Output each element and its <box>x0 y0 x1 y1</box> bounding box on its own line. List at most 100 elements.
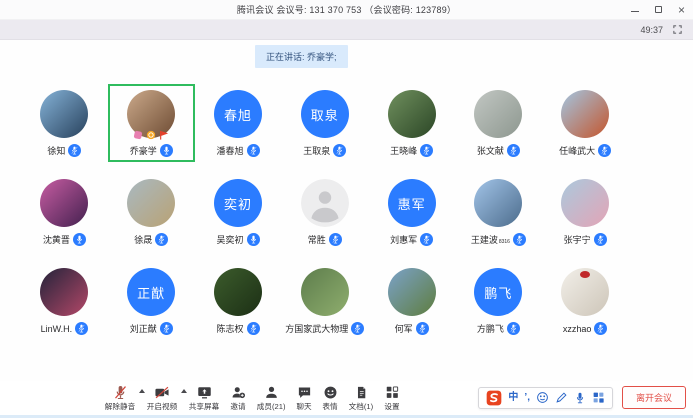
mic-muted-status-icon <box>68 144 81 157</box>
mic-muted-status-icon <box>594 322 607 335</box>
participant-name: 沈黄晋 <box>43 233 70 246</box>
participant-name: 刘惠军 <box>390 233 417 246</box>
participant-tile[interactable]: 惠军刘惠军 <box>368 173 455 251</box>
fullscreen-icon <box>672 24 683 35</box>
mic-muted-status-icon <box>329 233 342 246</box>
chinese-mode-icon[interactable]: 中 <box>508 393 518 403</box>
mic-muted-status-icon <box>155 233 168 246</box>
toolbar-button-emoji[interactable]: 表情 <box>317 383 343 414</box>
punctuation-icon[interactable]: ’, <box>524 393 530 403</box>
emoji-icon <box>323 385 338 400</box>
camera-off-icon <box>154 385 170 400</box>
toolbar-button-settings[interactable]: 设置 <box>379 383 405 414</box>
toolbar-button-invite[interactable]: 邀请 <box>225 383 251 414</box>
default-avatar <box>301 179 349 227</box>
mic-muted-status-icon <box>247 144 260 157</box>
mic-muted-status-icon <box>507 322 520 335</box>
maximize-button[interactable] <box>655 6 662 13</box>
initials-avatar: 奕初 <box>214 179 262 227</box>
minimize-button[interactable] <box>631 7 639 12</box>
participant-tile[interactable]: 春旭潘春旭 <box>195 84 282 162</box>
toolbar-button-label: 表情 <box>323 401 338 411</box>
window-controls: × <box>631 0 685 19</box>
participant-tile[interactable]: 鹏飞方鹏飞 <box>455 262 542 340</box>
participant-tile[interactable]: 张宇宁 <box>542 173 629 251</box>
status-strip: 49:37 <box>0 20 693 40</box>
toolbar-button-docs[interactable]: 文档(1) <box>343 383 379 414</box>
close-button[interactable]: × <box>678 4 685 16</box>
participant-row: LinW.H. 正猷刘正猷陈志权方国家武大物理 何军 鹏飞方鹏飞 xzzhao <box>21 262 629 351</box>
participant-tile[interactable]: xzzhao <box>542 262 629 340</box>
participant-name-row: LinW.H. <box>41 322 89 335</box>
participant-tile[interactable]: 何军 <box>368 262 455 340</box>
toolbar-button-start-video[interactable]: 开启视频 <box>141 383 183 414</box>
participants-grid: 徐知乔豪学春旭潘春旭取泉王取泉王晓峰张文献任峰武大沈黄晋徐晟奕初吴奕初常胜惠军刘… <box>21 84 629 351</box>
bottom-toolbar: 解除静音开启视频共享屏幕邀请成员(21)聊天表情 文档(1) 设置 中 ’, 离开会议 <box>0 381 693 418</box>
fullscreen-button[interactable] <box>672 24 683 35</box>
participant-tile[interactable]: 沈黄晋 <box>21 173 108 251</box>
mic-muted-status-icon <box>416 322 429 335</box>
sogou-logo-icon[interactable] <box>486 390 502 406</box>
participant-tile[interactable]: 张文献 <box>455 84 542 162</box>
participant-tile[interactable]: 方国家武大物理 <box>281 262 368 340</box>
toolbar-button-unmute[interactable]: 解除静音 <box>99 383 141 414</box>
maximize-icon <box>655 6 662 13</box>
participant-name: 吴奕初 <box>216 233 243 246</box>
participant-name-row: 王晓峰 <box>390 144 433 157</box>
participant-tile[interactable]: 正猷刘正猷 <box>108 262 195 340</box>
participant-tile[interactable]: 取泉王取泉 <box>281 84 368 162</box>
sogou-input-bar: 中 ’, <box>478 387 613 409</box>
handwriting-icon[interactable] <box>555 391 568 404</box>
active-speaker-banner: 正在讲话: 乔豪学; <box>255 45 348 68</box>
participant-name-row: 王建波8316 <box>471 233 526 246</box>
initials-avatar: 惠军 <box>388 179 436 227</box>
emoji-picker-icon[interactable] <box>536 391 549 404</box>
meeting-timer: 49:37 <box>640 25 663 35</box>
toolbar-button-label: 共享屏幕 <box>189 401 219 411</box>
participant-tile[interactable]: 陈志权 <box>195 262 282 340</box>
participant-name-row: 徐晟 <box>134 233 168 246</box>
minimize-icon <box>631 11 639 12</box>
participant-name-row: 方国家武大物理 <box>285 322 364 335</box>
participant-name: 刘正猷 <box>130 322 157 335</box>
participant-name-suffix: 8316 <box>499 239 510 246</box>
reaction-badges <box>133 130 169 140</box>
photo-avatar <box>474 179 522 227</box>
initials-avatar: 取泉 <box>301 90 349 138</box>
participant-tile[interactable]: 任峰武大 <box>542 84 629 162</box>
voice-input-icon[interactable] <box>574 392 586 404</box>
participant-name-row: 何军 <box>395 322 429 335</box>
participant-tile[interactable]: 奕初吴奕初 <box>195 173 282 251</box>
toolbar-button-members[interactable]: 成员(21) <box>251 383 291 414</box>
participant-tile[interactable]: 王建波8316 <box>455 173 542 251</box>
participant-name-row: xzzhao <box>563 322 608 335</box>
photo-avatar <box>40 179 88 227</box>
mic-muted-status-icon <box>333 144 346 157</box>
participant-tile[interactable]: 常胜 <box>281 173 368 251</box>
mic-muted-status-icon <box>420 233 433 246</box>
leave-meeting-button[interactable]: 离开会议 <box>622 386 686 409</box>
toolbar-button-chat[interactable]: 聊天 <box>291 383 317 414</box>
participant-tile[interactable]: 徐知 <box>21 84 108 162</box>
mic-muted-status-icon <box>507 144 520 157</box>
participant-tile[interactable]: 王晓峰 <box>368 84 455 162</box>
photo-avatar <box>40 268 88 316</box>
photo-avatar <box>474 90 522 138</box>
participant-tile[interactable]: 徐晟 <box>108 173 195 251</box>
participant-name-row: 吴奕初 <box>216 233 259 246</box>
invite-icon <box>231 385 246 400</box>
toolbox-icon[interactable] <box>592 391 605 404</box>
participant-name: xzzhao <box>563 324 592 334</box>
toolbar-button-label: 文档(1) <box>349 401 373 411</box>
photo-avatar <box>301 268 349 316</box>
settings-icon <box>385 385 399 400</box>
titlebar: 腾讯会议 会议号: 131 370 753 （会议密码: 123789） × <box>0 0 693 20</box>
photo-avatar <box>127 179 175 227</box>
participant-tile[interactable]: 乔豪学 <box>108 84 195 162</box>
participant-name-row: 张文献 <box>477 144 520 157</box>
screen-share-icon <box>197 385 212 400</box>
participant-tile[interactable]: LinW.H. <box>21 262 108 340</box>
document-icon <box>355 385 368 400</box>
participant-name-row: 方鹏飞 <box>477 322 520 335</box>
toolbar-button-share-screen[interactable]: 共享屏幕 <box>183 383 225 414</box>
